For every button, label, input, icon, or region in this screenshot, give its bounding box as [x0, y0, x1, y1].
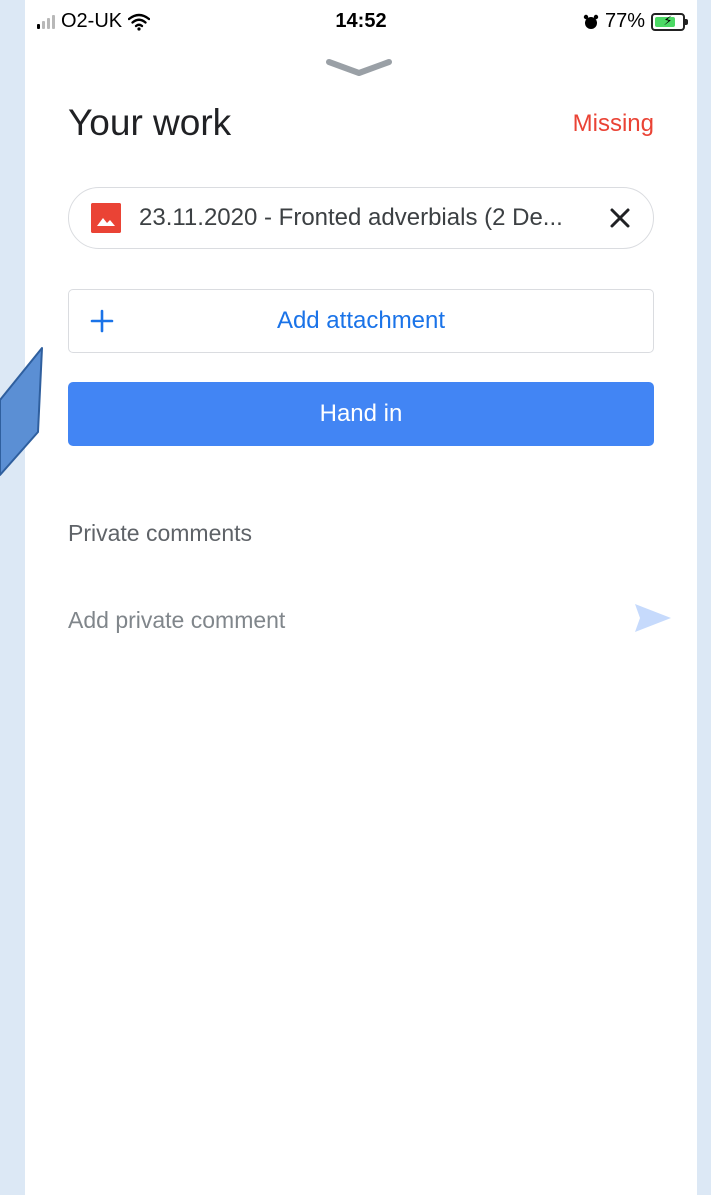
status-badge: Missing: [572, 110, 654, 137]
battery-percent: 77%: [604, 10, 645, 32]
private-comment-input[interactable]: [68, 602, 608, 638]
alarm-icon: [583, 14, 599, 29]
image-file-icon: [91, 203, 121, 233]
add-attachment-button[interactable]: Add attachment: [68, 289, 654, 353]
battery-charging-icon: ⚡: [651, 12, 688, 31]
chevron-down-icon[interactable]: [325, 56, 393, 78]
attachment-name: 23.11.2020 - Fronted adverbials (2 De...: [139, 204, 563, 231]
status-bar-right: 77% ⚡: [583, 10, 688, 33]
add-attachment-label: Add attachment: [276, 307, 446, 334]
hand-in-button[interactable]: Hand in: [68, 382, 654, 446]
close-icon[interactable]: [607, 205, 633, 231]
send-icon[interactable]: [633, 601, 673, 635]
status-bar: O2-UK 14:52 77% ⚡: [25, 0, 697, 44]
phone-screen: O2-UK 14:52 77% ⚡ Your work Missing 23.1…: [25, 0, 697, 1195]
private-comments-heading: Private comments: [68, 520, 253, 546]
annotation-arrow-icon: [0, 347, 43, 476]
attachment-chip[interactable]: 23.11.2020 - Fronted adverbials (2 De...: [68, 187, 654, 249]
page-title: Your work: [68, 102, 232, 143]
